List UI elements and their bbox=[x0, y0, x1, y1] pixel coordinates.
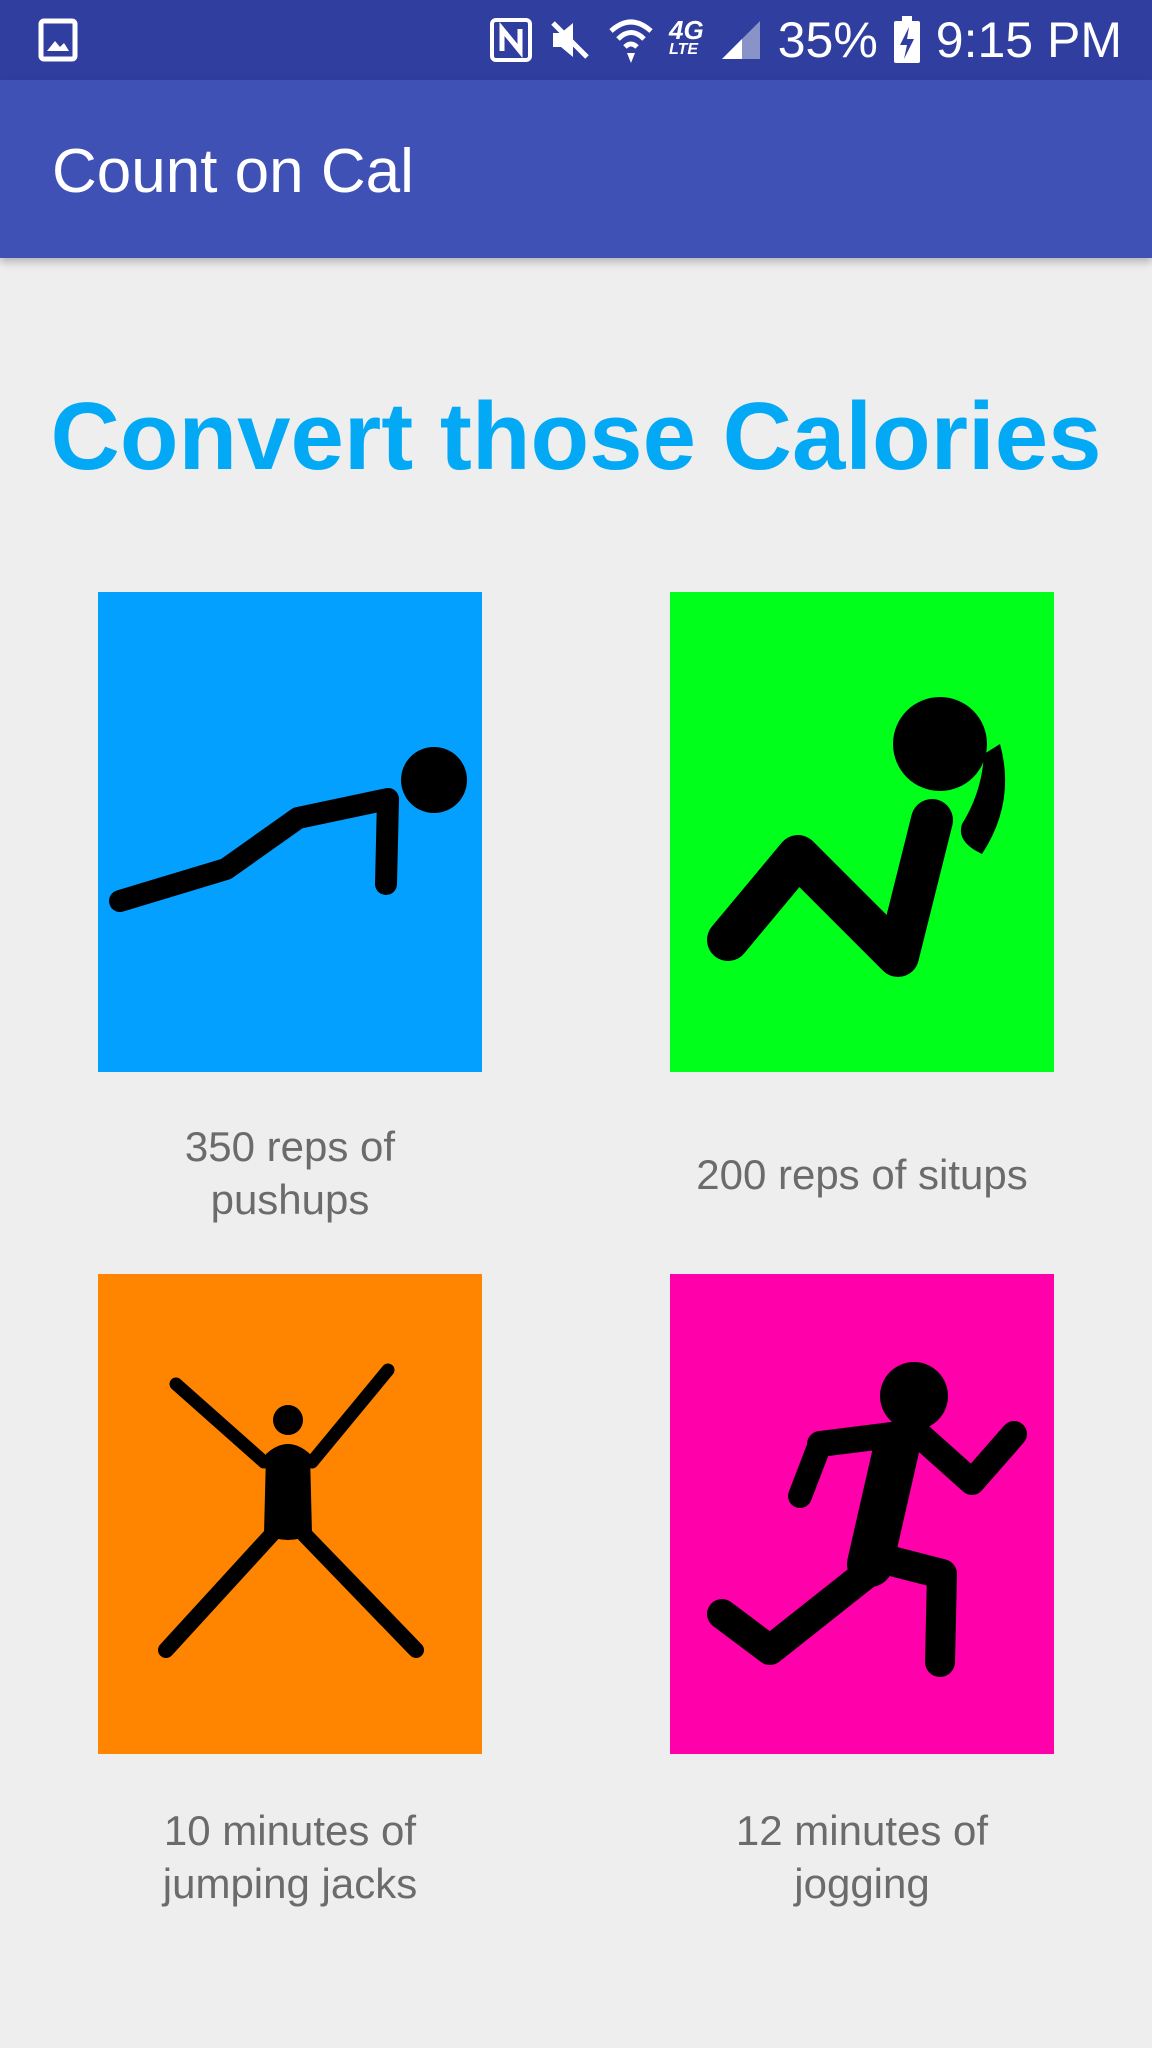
jumping-jacks-caption: 10 minutes of jumping jacks bbox=[162, 1807, 418, 1907]
jogging-caption: 12 minutes of jogging bbox=[735, 1807, 989, 1907]
gallery-icon bbox=[38, 18, 78, 62]
wifi-icon bbox=[607, 15, 655, 65]
mute-icon bbox=[547, 17, 593, 63]
nfc-icon bbox=[489, 17, 533, 63]
situps-caption: 200 reps of situps bbox=[696, 1151, 1028, 1198]
lte-icon: 4G LTE bbox=[669, 15, 704, 58]
jumping-jacks-icon bbox=[98, 1274, 482, 1754]
app-title: Count on Cal bbox=[52, 137, 414, 206]
pushups-caption: 350 reps of pushups bbox=[184, 1123, 396, 1223]
clock: 9:15 PM bbox=[935, 12, 1122, 68]
pushup-icon bbox=[98, 592, 482, 1072]
battery-percent: 35% bbox=[777, 12, 878, 68]
app-bar: Count on Cal bbox=[0, 80, 1152, 258]
jogging-tile[interactable] bbox=[670, 1274, 1054, 1754]
status-bar: 4G LTE 35% 9:15 PM bbox=[0, 0, 1152, 80]
pushups-tile[interactable] bbox=[98, 592, 482, 1072]
situp-icon bbox=[670, 592, 1054, 1072]
jumping-jacks-tile[interactable] bbox=[98, 1274, 482, 1754]
battery-charging-icon bbox=[892, 15, 922, 65]
signal-icon bbox=[718, 17, 764, 63]
situps-tile[interactable] bbox=[670, 592, 1054, 1072]
page-headline: Convert those Calories bbox=[50, 383, 1102, 490]
jogging-icon bbox=[670, 1274, 1054, 1754]
